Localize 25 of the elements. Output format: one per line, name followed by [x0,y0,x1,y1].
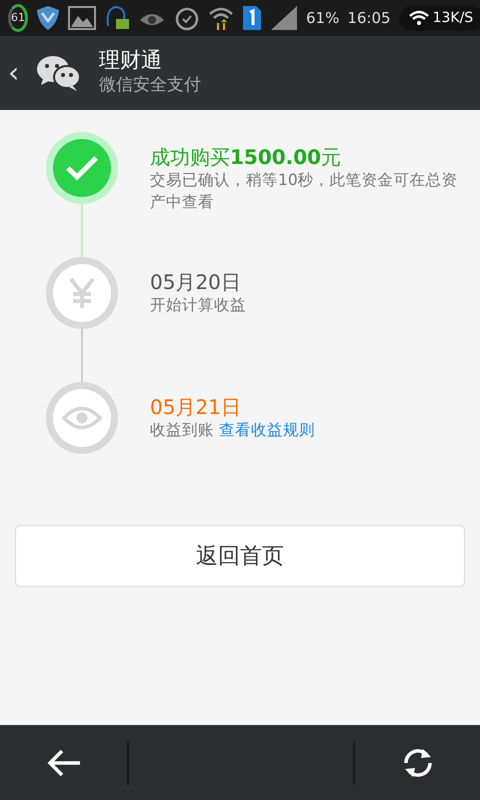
wifi-icon [408,10,429,26]
back-button[interactable]: ‹ [8,59,20,87]
step-description: 收益到账 [150,421,214,439]
app-title: 理财通 [99,48,164,73]
step-title: 05月21日 [150,394,242,420]
home-button[interactable]: 返回首页 [15,525,465,587]
clock: 16:05 [347,8,391,29]
eye-icon [62,405,102,431]
yen-icon [69,277,95,309]
signal-icon [270,5,298,31]
image-icon [68,6,96,30]
step-title: 成功购买1500.00元 [150,144,342,170]
speed-text: 13K/S [432,8,474,28]
check-icon [65,155,99,181]
wifi-icon [208,5,234,31]
sim-card-icon [242,5,262,31]
shield-icon [36,5,60,31]
step-description: 开始计算收益 [150,295,246,316]
step-title: 05月20日 [150,269,242,295]
step-description: 交易已确认，稍等10秒，此笔资金可在总资产中查看 [150,170,459,213]
battery-ring-icon: 61 [8,4,28,32]
back-arrow-icon[interactable] [46,748,82,778]
alarm-icon [174,5,200,31]
battery-percent: 61% [306,8,340,29]
app-subtitle: 微信安全支付 [99,74,202,97]
